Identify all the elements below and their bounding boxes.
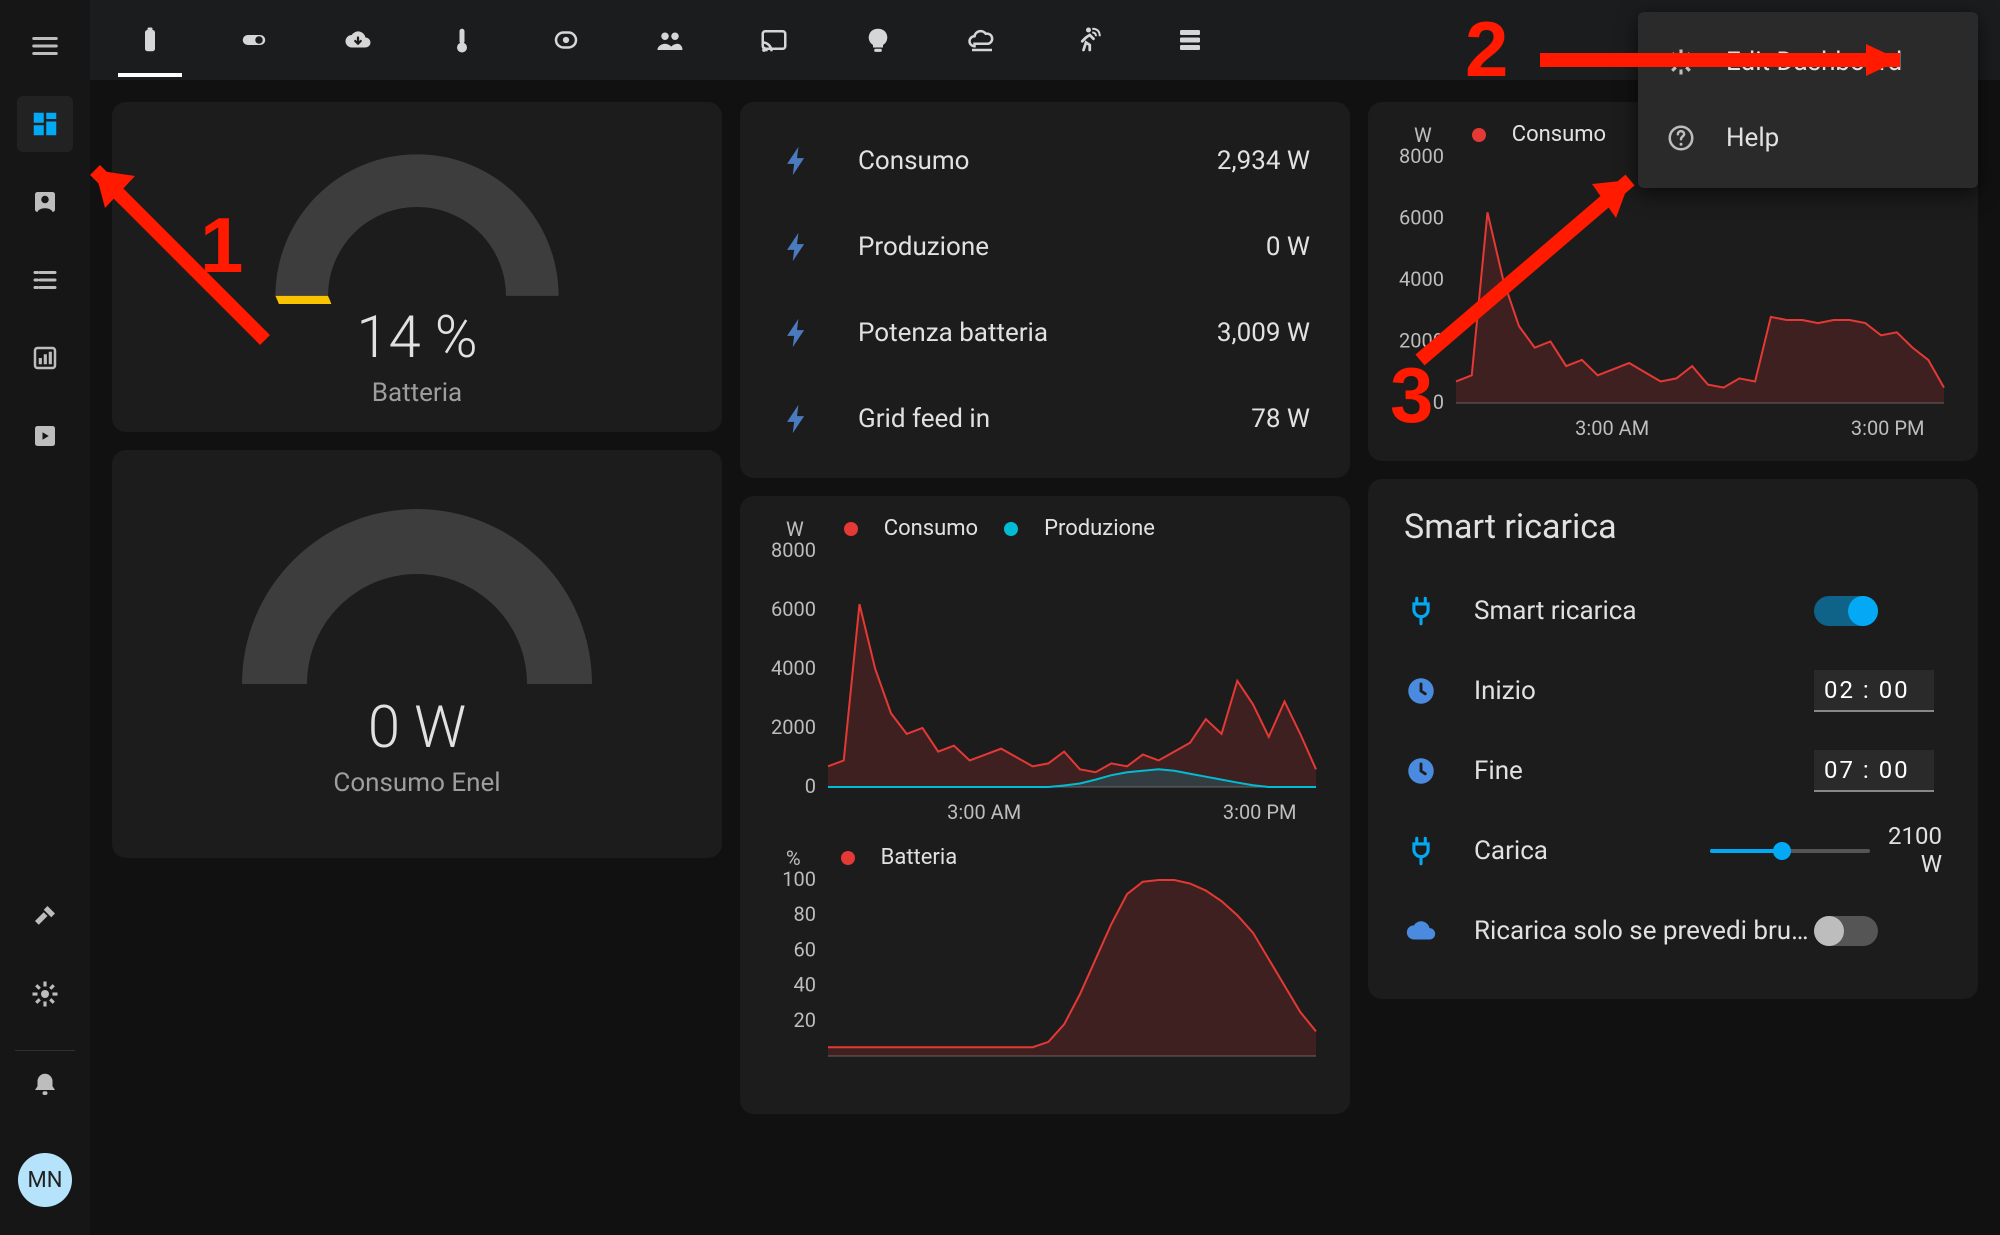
- menu-icon[interactable]: [17, 18, 73, 74]
- flash-icon: [780, 402, 814, 436]
- entities-card: Consumo 2,934 W Produzione 0 W Potenza b…: [740, 102, 1350, 478]
- help-icon: [1666, 123, 1696, 153]
- more-menu: Edit Dashboard Help: [1638, 12, 1978, 188]
- list-icon[interactable]: [17, 252, 73, 308]
- notifications-icon[interactable]: [17, 1057, 73, 1113]
- svg-text:8000: 8000: [1399, 147, 1444, 168]
- gauge-enel-label: Consumo Enel: [333, 768, 500, 798]
- clock-icon: [1404, 674, 1438, 708]
- svg-text:0: 0: [805, 774, 816, 798]
- entity-name: Grid feed in: [858, 404, 1251, 434]
- tab-weather[interactable]: [950, 7, 1014, 73]
- media-icon[interactable]: [17, 408, 73, 464]
- flash-icon: [780, 316, 814, 350]
- plug-icon: [1404, 594, 1438, 628]
- svg-text:80: 80: [794, 902, 816, 926]
- chart2-y-unit: %: [786, 846, 801, 870]
- gauge-enel-value: 0 W: [368, 694, 466, 762]
- entity-name: Potenza batteria: [858, 318, 1217, 348]
- flash-icon: [780, 144, 814, 178]
- legend-top-consumo: Consumo: [1512, 122, 1606, 147]
- tab-motion[interactable]: [1054, 7, 1118, 73]
- avatar[interactable]: MN: [18, 1153, 72, 1207]
- svg-text:6000: 6000: [771, 597, 816, 621]
- tab-battery[interactable]: [118, 3, 182, 77]
- svg-text:8000: 8000: [771, 541, 816, 562]
- legend-batteria: Batteria: [881, 845, 958, 870]
- svg-text:3:00 PM: 3:00 PM: [1223, 800, 1297, 824]
- settings-icon[interactable]: [17, 966, 73, 1022]
- sidebar: MN: [0, 0, 90, 1235]
- svg-text:60: 60: [794, 937, 816, 961]
- cloud-icon: [1404, 914, 1438, 948]
- tab-toggle[interactable]: [222, 7, 286, 73]
- gauge-enel-card[interactable]: 0 W Consumo Enel: [112, 450, 722, 858]
- plug-icon: [1404, 834, 1438, 868]
- smart-ricarica-title: Smart ricarica: [1404, 507, 1942, 547]
- gear-icon: [1666, 47, 1696, 77]
- entity-value: 3,009 W: [1217, 318, 1310, 348]
- chart-consumo-produzione-card[interactable]: W Consumo Produzione 8000 6000 4000 2000 0 3:…: [740, 496, 1350, 1114]
- row-enable: Smart ricarica: [1404, 571, 1942, 651]
- slider-charge-value: 2100W: [1888, 823, 1942, 878]
- svg-text:100: 100: [782, 870, 816, 891]
- switch-weather[interactable]: [1814, 916, 1878, 946]
- input-start[interactable]: [1814, 670, 1934, 712]
- tab-people[interactable]: [638, 7, 702, 73]
- flash-icon: [780, 230, 814, 264]
- clock-icon: [1404, 754, 1438, 788]
- entity-row[interactable]: Consumo 2,934 W: [780, 118, 1310, 204]
- row-charge: Carica 2100W: [1404, 811, 1942, 891]
- menu-edit-label: Edit Dashboard: [1726, 47, 1902, 77]
- menu-help-label: Help: [1726, 123, 1779, 153]
- overview-icon[interactable]: [17, 96, 73, 152]
- svg-text:3:00 PM: 3:00 PM: [1851, 416, 1925, 440]
- tab-server[interactable]: [1158, 7, 1222, 73]
- svg-text:0: 0: [1433, 390, 1444, 414]
- svg-text:4000: 4000: [1399, 267, 1444, 291]
- svg-text:4000: 4000: [771, 656, 816, 680]
- entity-row[interactable]: Produzione 0 W: [780, 204, 1310, 290]
- stats-icon[interactable]: [17, 330, 73, 386]
- svg-text:2000: 2000: [1399, 329, 1444, 353]
- gauge-battery-value: 14 %: [356, 304, 477, 372]
- tab-cloud-download[interactable]: [326, 7, 390, 73]
- svg-text:40: 40: [794, 973, 816, 997]
- tools-icon[interactable]: [17, 888, 73, 944]
- row-start: Inizio: [1404, 651, 1942, 731]
- entity-name: Produzione: [858, 232, 1266, 262]
- svg-text:20: 20: [794, 1008, 816, 1032]
- menu-help[interactable]: Help: [1638, 100, 1978, 176]
- switch-enable[interactable]: [1814, 596, 1878, 626]
- tab-thermometer[interactable]: [430, 7, 494, 73]
- svg-text:3:00 AM: 3:00 AM: [947, 800, 1021, 824]
- smart-ricarica-card: Smart ricarica Smart ricarica Inizio Fin…: [1368, 479, 1978, 999]
- header: ⋮ Edit Dashboard Help: [90, 0, 2000, 80]
- svg-text:6000: 6000: [1399, 206, 1444, 230]
- chart-y-unit: W: [786, 517, 804, 541]
- entity-row[interactable]: Potenza batteria 3,009 W: [780, 290, 1310, 376]
- gauge-battery-card[interactable]: 14 % Batteria: [112, 102, 722, 432]
- legend-consumo: Consumo: [884, 516, 978, 541]
- person-icon[interactable]: [17, 174, 73, 230]
- chart-top-yunit: W: [1414, 123, 1432, 147]
- menu-edit-dashboard[interactable]: Edit Dashboard: [1638, 24, 1978, 100]
- svg-text:2000: 2000: [771, 715, 816, 739]
- entity-value: 0 W: [1266, 232, 1310, 262]
- entity-name: Consumo: [858, 146, 1217, 176]
- row-end: Fine: [1404, 731, 1942, 811]
- entity-row[interactable]: Grid feed in 78 W: [780, 376, 1310, 462]
- tab-robot-vacuum[interactable]: [534, 7, 598, 73]
- legend-produzione: Produzione: [1044, 516, 1155, 541]
- gauge-battery-label: Batteria: [372, 378, 462, 408]
- tab-light[interactable]: [846, 7, 910, 73]
- tab-cast[interactable]: [742, 7, 806, 73]
- input-end[interactable]: [1814, 750, 1934, 792]
- slider-charge[interactable]: [1710, 849, 1870, 853]
- entity-value: 78 W: [1251, 404, 1310, 434]
- row-weather: Ricarica solo se prevedi brutt…: [1404, 891, 1942, 971]
- entity-value: 2,934 W: [1217, 146, 1310, 176]
- svg-text:3:00 AM: 3:00 AM: [1575, 416, 1649, 440]
